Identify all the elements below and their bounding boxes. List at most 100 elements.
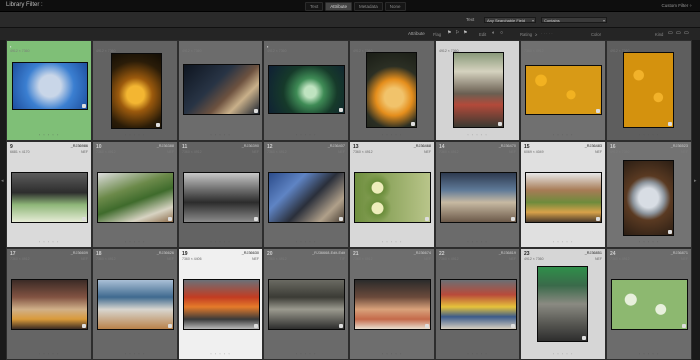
thumbnail-cell[interactable]: 14 7360 × 4912 _RJ36470 NEF ◦ ◦ ◦ ◦ ◦ (435, 141, 520, 248)
thumbnail-image[interactable] (97, 279, 174, 330)
rating-dots[interactable]: ◦ ◦ ◦ ◦ ◦ (264, 351, 348, 356)
edit-badge-icon[interactable] (668, 230, 672, 234)
thumbnail-cell[interactable]: 11 7360 × 4912 _RJ36390 NEF ◦ ◦ ◦ ◦ ◦ (178, 141, 263, 248)
rating-dots[interactable]: ◦ ◦ ◦ ◦ ◦ (179, 239, 262, 244)
thumbnail-cell[interactable]: 10 7360 × 4912 _RJ36388 NEF ◦ ◦ ◦ ◦ ◦ (92, 141, 178, 248)
rating-dots[interactable]: ◦ ◦ ◦ ◦ ◦ (350, 132, 434, 137)
rating-dots[interactable]: ◦ ◦ ◦ ◦ ◦ (607, 132, 691, 137)
thumbnail-image[interactable] (11, 172, 88, 223)
rating-dots[interactable]: ◦ ◦ ◦ ◦ ◦ (93, 351, 177, 356)
edit-badge-icon[interactable] (339, 108, 343, 112)
edit-badge-icon[interactable] (339, 217, 343, 221)
edit-badge-icon[interactable] (498, 122, 502, 126)
thumbnail-cell[interactable]: 4912 × 7360 ▪ ◦ ◦ ◦ ◦ ◦ (6, 40, 92, 141)
thumbnail-cell[interactable]: 4912 × 7360 ◦ ◦ ◦ ◦ ◦ (178, 40, 263, 141)
rating-dots[interactable]: ◦ ◦ ◦ ◦ ◦ (7, 239, 91, 244)
tab-attribute[interactable]: Attribute (325, 2, 353, 11)
rating-dots[interactable]: ◦ ◦ ◦ ◦ ◦ (93, 239, 177, 244)
rating-stars[interactable]: · · · · · (541, 31, 553, 36)
thumbnail-image[interactable] (611, 279, 688, 330)
thumbnail-image[interactable] (623, 52, 674, 128)
edit-badge-icon[interactable] (339, 324, 343, 328)
thumbnail-cell[interactable]: 15 6069 × 4049 _RJ36483 NEF ◦ ◦ ◦ ◦ ◦ (520, 141, 606, 248)
edit-badge-icon[interactable] (582, 336, 586, 340)
rating-dots[interactable]: ◦ ◦ ◦ ◦ ◦ (350, 239, 434, 244)
edit-badge-icon[interactable] (596, 217, 600, 221)
thumbnail-image[interactable] (111, 53, 162, 129)
rating-dots[interactable]: ◦ ◦ ◦ ◦ ◦ (607, 351, 691, 356)
thumbnail-image[interactable] (453, 52, 504, 128)
edited-icon[interactable]: ◐ (492, 30, 495, 36)
edit-badge-icon[interactable] (168, 217, 172, 221)
edit-badge-icon[interactable] (668, 122, 672, 126)
thumbnail-cell[interactable]: 17 7360 × 4912 _RJ36609 NEF ◦ ◦ ◦ ◦ ◦ (6, 248, 92, 360)
edit-badge-icon[interactable] (82, 104, 86, 108)
thumbnail-cell[interactable]: 19 7360 × 4406 _RJ36630 NEF ◦ ◦ ◦ ◦ ◦ (178, 248, 263, 360)
thumbnail-cell[interactable]: 22 7360 × 4912 _RJ36819 NEF ◦ ◦ ◦ ◦ ◦ (435, 248, 520, 360)
edit-badge-icon[interactable] (596, 109, 600, 113)
thumbnail-image[interactable] (12, 62, 88, 110)
edit-badge-icon[interactable] (511, 217, 515, 221)
thumbnail-image[interactable] (525, 172, 602, 223)
rating-dots[interactable]: ◦ ◦ ◦ ◦ ◦ (350, 351, 434, 356)
thumbnail-cell[interactable]: 18 7360 × 4912 _RJ36626 NEF ◦ ◦ ◦ ◦ ◦ (92, 248, 178, 360)
thumbnail-image[interactable] (268, 65, 345, 114)
thumbnail-cell[interactable]: 4912 × 7360 ◦ ◦ ◦ ◦ ◦ (349, 40, 435, 141)
edit-badge-icon[interactable] (254, 324, 258, 328)
edit-badge-icon[interactable] (511, 324, 515, 328)
thumbnail-cell[interactable]: 4912 × 7360 ◦ ◦ ◦ ◦ ◦ (435, 40, 520, 141)
rating-dots[interactable]: ◦ ◦ ◦ ◦ ◦ (521, 239, 605, 244)
rating-dots[interactable]: ◦ ◦ ◦ ◦ ◦ (264, 239, 348, 244)
rating-dots[interactable]: ◦ ◦ ◦ ◦ ◦ (436, 351, 519, 356)
virtual-copy-icon[interactable]: ▭ (676, 30, 681, 36)
thumbnail-image[interactable] (537, 266, 588, 342)
edit-badge-icon[interactable] (156, 123, 160, 127)
thumbnail-cell[interactable]: 4912 × 7360 ▪ ◦ ◦ ◦ ◦ ◦ (263, 40, 349, 141)
master-photo-icon[interactable]: ▭ (668, 30, 673, 36)
thumbnail-cell[interactable]: 24 7360 × 4912 _RJ36871 NEF ◦ ◦ ◦ ◦ ◦ (606, 248, 692, 360)
unedited-icon[interactable]: ○ (500, 30, 503, 36)
tab-none[interactable]: None (384, 2, 406, 11)
rating-dots[interactable]: ◦ ◦ ◦ ◦ ◦ (436, 239, 519, 244)
edit-badge-icon[interactable] (254, 217, 258, 221)
thumbnail-image[interactable] (623, 160, 674, 236)
flag-icon[interactable]: ▪ (267, 44, 268, 49)
thumbnail-cell[interactable]: 7360 × 4912 ◦ ◦ ◦ ◦ ◦ (520, 40, 606, 141)
rating-dots[interactable]: ◦ ◦ ◦ ◦ ◦ (7, 351, 91, 356)
thumbnail-cell[interactable]: 21 7360 × 4912 _RJ36674 NEF ◦ ◦ ◦ ◦ ◦ (349, 248, 435, 360)
edit-badge-icon[interactable] (82, 324, 86, 328)
rating-dots[interactable]: ◦ ◦ ◦ ◦ ◦ (7, 132, 91, 137)
thumbnail-cell[interactable]: 4912 × 7360 ◦ ◦ ◦ ◦ ◦ (92, 40, 178, 141)
edit-badge-icon[interactable] (682, 324, 686, 328)
rating-dots[interactable]: ◦ ◦ ◦ ◦ ◦ (521, 351, 605, 356)
edit-badge-icon[interactable] (425, 324, 429, 328)
unflagged-icon[interactable]: ⚐ (455, 30, 459, 36)
thumbnail-cell[interactable]: 4912 × 7360 ◦ ◦ ◦ ◦ ◦ (606, 40, 692, 141)
rating-dots[interactable]: ◦ ◦ ◦ ◦ ◦ (264, 132, 348, 137)
edit-badge-icon[interactable] (254, 109, 258, 113)
thumbnail-cell[interactable]: 23 4912 × 7360 _RJ36851 NEF ◦ ◦ ◦ ◦ ◦ (520, 248, 606, 360)
pick-flag-icon[interactable]: ⚑ (447, 30, 451, 36)
edit-badge-icon[interactable] (82, 217, 86, 221)
rating-operator[interactable]: ≥ (535, 32, 537, 37)
thumbnail-image[interactable] (366, 52, 417, 128)
thumbnail-image[interactable] (440, 279, 517, 330)
rating-dots[interactable]: ◦ ◦ ◦ ◦ ◦ (179, 351, 262, 356)
edit-badge-icon[interactable] (411, 122, 415, 126)
rating-dots[interactable]: ◦ ◦ ◦ ◦ ◦ (521, 132, 605, 137)
thumbnail-image[interactable] (11, 279, 88, 330)
thumbnail-image[interactable] (268, 279, 345, 330)
thumbnail-image[interactable] (354, 172, 431, 223)
thumbnail-cell[interactable]: 9 6681 × 4170 _RJ36986 NEF ◦ ◦ ◦ ◦ ◦ (6, 141, 92, 248)
flag-icon[interactable]: ▪ (10, 44, 11, 49)
rating-dots[interactable]: ◦ ◦ ◦ ◦ ◦ (93, 132, 177, 137)
right-panel-toggle[interactable]: ▸ (692, 40, 700, 360)
thumbnail-cell[interactable]: 12 7360 × 4912 _RJ36407 NEF ◦ ◦ ◦ ◦ ◦ (263, 141, 349, 248)
thumbnail-image[interactable] (183, 64, 260, 115)
thumbnail-image[interactable] (525, 65, 602, 115)
rating-dots[interactable]: ◦ ◦ ◦ ◦ ◦ (436, 132, 519, 137)
edit-badge-icon[interactable] (168, 324, 172, 328)
thumbnail-cell[interactable]: 20 7360 × 4912 _RJ36668-Edit-Edit TIF ◦ ◦ ◦ … (263, 248, 349, 360)
tab-text[interactable]: Text (305, 2, 324, 11)
thumbnail-cell[interactable]: 13 7360 × 4912 _RJ36468 NEF ◦ ◦ ◦ ◦ ◦ (349, 141, 435, 248)
